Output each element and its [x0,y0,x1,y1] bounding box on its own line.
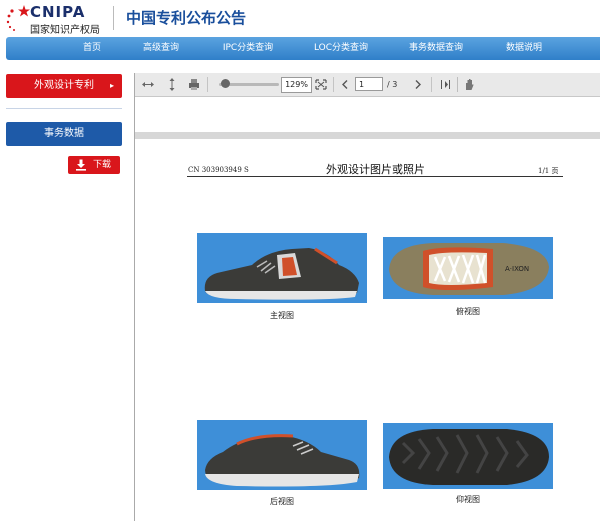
front-view-caption: 主视图 [270,311,294,320]
pdf-viewer: 129% 1 / 3 CN 303903949 S 外观设计图片或照片 1/1 … [134,73,600,521]
nav-transaction-search[interactable]: 事务数据查询 [409,37,463,60]
site-header: CNIPA 国家知识产权局 中国专利公布公告 [0,0,600,36]
patent-number: CN 303903949 S [188,166,249,174]
next-page-icon[interactable] [413,77,423,92]
transaction-data-label: 事务数据 [44,128,84,139]
toolbar-divider [457,77,458,92]
total-pages: / 3 [387,80,398,89]
transaction-data-button[interactable]: 事务数据 [6,122,122,146]
shoe-sole-icon [389,429,549,485]
print-icon[interactable] [187,77,201,92]
top-view-caption: 俯视图 [456,307,480,316]
cnipa-logo[interactable]: CNIPA 国家知识产权局 [4,3,108,36]
download-label: 下载 [93,160,112,170]
fullscreen-icon[interactable] [315,77,327,92]
design-patent-button[interactable]: 外观设计专利 ▸ [6,74,122,98]
toolbar-divider [431,77,432,92]
nav-data-description[interactable]: 数据说明 [506,37,542,60]
org-name: 国家知识产权局 [30,25,100,36]
triangle-right-icon: ▸ [109,81,114,90]
bottom-view-image [383,423,553,489]
toolbar-divider [333,77,334,92]
nav-loc-search[interactable]: LOC分类查询 [314,37,368,60]
bottom-view-caption: 仰视图 [456,495,480,504]
text-select-icon[interactable] [439,77,453,92]
shoe-top-icon: A·IXON [389,243,549,295]
header-divider [113,6,114,30]
design-patent-label: 外观设计专利 [34,80,94,91]
zoom-slider-handle[interactable] [221,79,230,88]
previous-page-icon[interactable] [340,77,350,92]
shoe-side-icon [204,247,359,300]
document-page-count: 1/1 页 [538,167,559,175]
front-view-image [197,233,367,303]
top-view-image: A·IXON [383,237,553,299]
nav-advanced-search[interactable]: 高级查询 [143,37,179,60]
zoom-level-input[interactable]: 129% [281,77,312,93]
rear-view-caption: 后视图 [270,497,294,506]
nav-ipc-search[interactable]: IPC分类查询 [223,37,273,60]
document-title: 外观设计图片或照片 [326,163,425,176]
fit-width-icon[interactable] [141,77,155,92]
page-gap [135,132,600,139]
nav-home[interactable]: 首页 [83,37,101,60]
svg-text:A·IXON: A·IXON [505,265,529,273]
main-nav: 首页 高级查询 IPC分类查询 LOC分类查询 事务数据查询 数据说明 [6,37,600,60]
sidebar-divider [6,108,122,109]
download-icon [76,159,86,171]
toolbar-divider [207,77,208,92]
rear-view-image [197,420,367,490]
stars-logo-icon [6,5,30,31]
shoe-side-icon [205,434,360,487]
viewer-toolbar: 129% 1 / 3 [135,73,600,97]
logo-text: CNIPA [30,3,86,21]
site-title: 中国专利公布公告 [126,9,247,27]
hand-tool-icon[interactable] [463,77,475,92]
title-underline [187,176,563,177]
download-button[interactable]: 下载 [68,156,120,174]
fit-height-icon[interactable] [165,77,179,92]
current-page-input[interactable]: 1 [355,77,383,91]
